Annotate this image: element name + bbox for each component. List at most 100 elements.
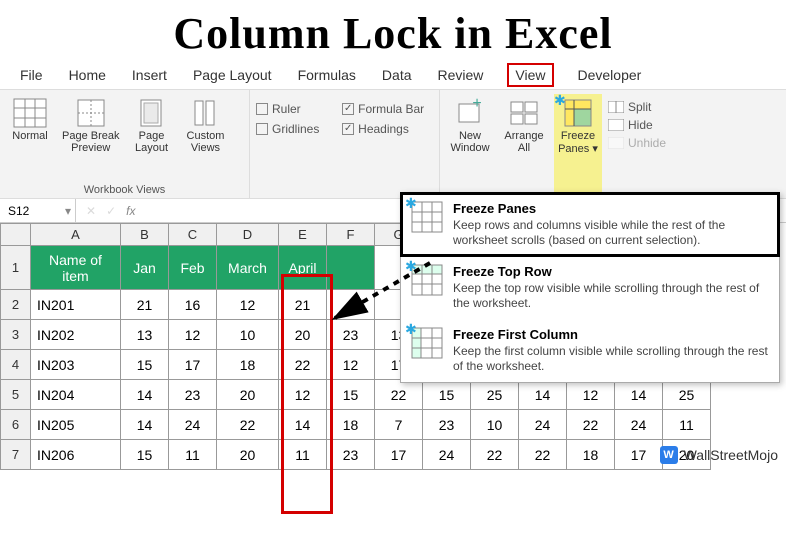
cell[interactable]: 22 [217,410,279,440]
cell[interactable]: 20 [217,440,279,470]
cell[interactable] [327,246,375,290]
tab-developer[interactable]: Developer [576,63,644,87]
name-box[interactable]: S12 ▾ [0,199,76,222]
cell[interactable] [327,290,375,320]
cell[interactable]: 22 [279,350,327,380]
cell[interactable]: IN205 [31,410,121,440]
cell[interactable]: IN201 [31,290,121,320]
row-header[interactable]: 2 [1,290,31,320]
cell[interactable]: 12 [279,380,327,410]
gridlines-checkbox[interactable]: Gridlines [256,122,328,136]
cell[interactable]: 24 [519,410,567,440]
cell[interactable]: 15 [423,380,471,410]
tab-insert[interactable]: Insert [130,63,169,87]
cell[interactable]: 17 [169,350,217,380]
cell[interactable]: Name of item [31,246,121,290]
hide-button[interactable]: Hide [608,118,666,132]
tab-file[interactable]: File [18,63,45,87]
cell[interactable]: 23 [327,440,375,470]
freeze-panes-button[interactable]: ✱ Freeze Panes ▾ [554,94,602,196]
cell[interactable]: 25 [471,380,519,410]
col-header[interactable]: D [217,224,279,246]
cell[interactable]: 20 [217,380,279,410]
normal-view-button[interactable]: Normal [6,94,54,182]
dd-freeze-panes[interactable]: ✱ Freeze PanesKeep rows and columns visi… [401,193,779,256]
page-layout-button[interactable]: Page Layout [127,94,175,182]
row-header[interactable]: 6 [1,410,31,440]
row-header[interactable]: 5 [1,380,31,410]
split-button[interactable]: Split [608,100,666,114]
fx-icon[interactable]: fx [126,204,135,218]
tab-formulas[interactable]: Formulas [296,63,358,87]
tab-page-layout[interactable]: Page Layout [191,63,274,87]
row-header[interactable]: 4 [1,350,31,380]
tab-data[interactable]: Data [380,63,414,87]
cell[interactable]: 18 [327,410,375,440]
cell[interactable]: 12 [327,350,375,380]
cell[interactable]: 17 [375,440,423,470]
cell[interactable]: 22 [519,440,567,470]
cell[interactable]: IN206 [31,440,121,470]
cell[interactable]: 22 [567,410,615,440]
cell[interactable]: IN204 [31,380,121,410]
cell[interactable]: 10 [471,410,519,440]
cell[interactable]: 22 [471,440,519,470]
cell[interactable]: 24 [423,440,471,470]
cell[interactable]: 11 [169,440,217,470]
cell[interactable]: 12 [217,290,279,320]
col-header[interactable]: A [31,224,121,246]
tab-review[interactable]: Review [436,63,486,87]
ruler-checkbox[interactable]: Ruler [256,102,328,116]
col-header[interactable]: F [327,224,375,246]
cell[interactable]: 24 [169,410,217,440]
row-header[interactable]: 3 [1,320,31,350]
cell[interactable]: April [279,246,327,290]
cell[interactable]: 14 [615,380,663,410]
cancel-icon[interactable]: ✕ [86,204,96,218]
page-break-preview-button[interactable]: Page Break Preview [60,94,121,182]
cell[interactable]: 14 [121,380,169,410]
col-header[interactable]: B [121,224,169,246]
arrange-all-button[interactable]: Arrange All [500,94,548,196]
cell[interactable]: 24 [615,410,663,440]
cell[interactable]: 14 [279,410,327,440]
col-header[interactable]: E [279,224,327,246]
cell[interactable]: 17 [615,440,663,470]
new-window-button[interactable]: + New Window [446,94,494,196]
cell[interactable]: 21 [121,290,169,320]
cell[interactable]: 23 [327,320,375,350]
cell[interactable]: 10 [217,320,279,350]
cell[interactable]: 13 [121,320,169,350]
cell[interactable]: 7 [375,410,423,440]
row-header[interactable]: 1 [1,246,31,290]
cell[interactable]: 14 [121,410,169,440]
cell[interactable]: Jan [121,246,169,290]
tab-home[interactable]: Home [67,63,108,87]
cell[interactable]: 12 [567,380,615,410]
headings-checkbox[interactable]: ✓Headings [342,122,433,136]
cell[interactable]: 16 [169,290,217,320]
cell[interactable]: 12 [169,320,217,350]
select-all-corner[interactable] [1,224,31,246]
cell[interactable]: Feb [169,246,217,290]
cell[interactable]: 23 [169,380,217,410]
tab-view[interactable]: View [507,63,553,87]
col-header[interactable]: C [169,224,217,246]
formula-bar-checkbox[interactable]: ✓Formula Bar [342,102,433,116]
cell[interactable]: 11 [279,440,327,470]
cell[interactable]: 15 [121,440,169,470]
cell[interactable]: 25 [663,380,711,410]
accept-icon[interactable]: ✓ [106,204,116,218]
custom-views-button[interactable]: Custom Views [181,94,229,182]
dd-freeze-top-row[interactable]: ✱ Freeze Top RowKeep the top row visible… [401,256,779,319]
cell[interactable]: 20 [279,320,327,350]
cell[interactable]: 14 [519,380,567,410]
cell[interactable]: 21 [279,290,327,320]
cell[interactable]: 15 [327,380,375,410]
cell[interactable]: IN202 [31,320,121,350]
cell[interactable]: 15 [121,350,169,380]
cell[interactable]: March [217,246,279,290]
cell[interactable]: 23 [423,410,471,440]
cell[interactable]: IN203 [31,350,121,380]
cell[interactable]: 18 [217,350,279,380]
